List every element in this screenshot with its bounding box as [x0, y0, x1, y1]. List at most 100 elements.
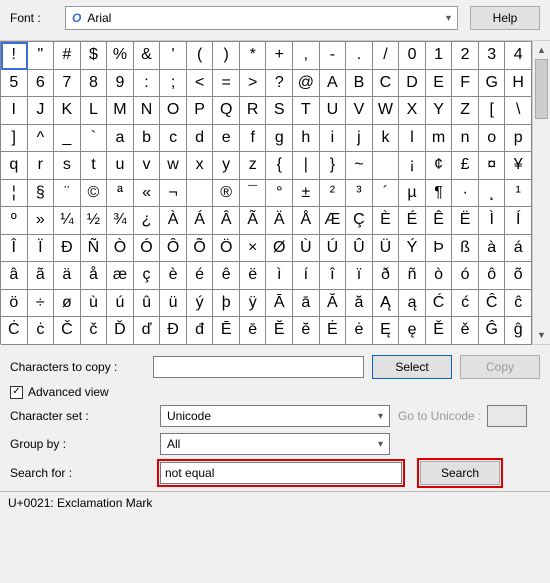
char-cell[interactable]: þ — [213, 290, 240, 318]
select-button[interactable]: Select — [372, 355, 452, 379]
char-cell[interactable]: l — [399, 125, 426, 153]
char-cell[interactable]: Ð — [54, 235, 81, 263]
char-cell[interactable]: Ë — [452, 207, 479, 235]
char-cell[interactable]: ç — [134, 262, 161, 290]
char-cell[interactable]: [ — [479, 97, 506, 125]
scroll-up-icon[interactable]: ▲ — [533, 41, 550, 59]
char-cell[interactable]: ¿ — [134, 207, 161, 235]
char-cell[interactable]: 2 — [452, 42, 479, 70]
char-cell[interactable]: Á — [187, 207, 214, 235]
char-cell[interactable]: ñ — [399, 262, 426, 290]
char-cell[interactable]: Ú — [320, 235, 347, 263]
char-cell[interactable]: 5 — [1, 70, 28, 98]
char-cell[interactable]: Ă — [320, 290, 347, 318]
char-cell[interactable]: È — [373, 207, 400, 235]
char-cell[interactable]: q — [1, 152, 28, 180]
char-cell[interactable]: : — [134, 70, 161, 98]
char-cell[interactable]: " — [28, 42, 55, 70]
char-cell[interactable]: ē — [240, 317, 267, 345]
char-cell[interactable]: h — [293, 125, 320, 153]
char-cell[interactable]: $ — [81, 42, 108, 70]
char-cell[interactable]: ď — [134, 317, 161, 345]
char-cell[interactable]: º — [1, 207, 28, 235]
char-cell[interactable]: Ą — [373, 290, 400, 318]
char-cell[interactable]: © — [81, 180, 108, 208]
char-cell[interactable]: ^ — [28, 125, 55, 153]
char-cell[interactable]: # — [54, 42, 81, 70]
char-cell[interactable]: ¡ — [399, 152, 426, 180]
char-cell[interactable]: Ý — [399, 235, 426, 263]
char-cell[interactable]: 3 — [479, 42, 506, 70]
char-cell[interactable]: E — [426, 70, 453, 98]
char-cell[interactable]: > — [240, 70, 267, 98]
char-cell[interactable]: ¨ — [54, 180, 81, 208]
char-cell[interactable]: z — [240, 152, 267, 180]
char-cell[interactable]: g — [266, 125, 293, 153]
char-cell[interactable]: č — [81, 317, 108, 345]
char-cell[interactable]: ¢ — [426, 152, 453, 180]
char-cell[interactable]: đ — [187, 317, 214, 345]
char-cell[interactable]: ê — [213, 262, 240, 290]
char-cell[interactable]: Ĉ — [479, 290, 506, 318]
char-cell[interactable]: A — [320, 70, 347, 98]
char-cell[interactable]: d — [187, 125, 214, 153]
char-cell[interactable]: N — [134, 97, 161, 125]
char-cell[interactable]: J — [28, 97, 55, 125]
char-cell[interactable]: ! — [1, 42, 28, 70]
char-cell[interactable]: ¸ — [479, 180, 506, 208]
char-cell[interactable]: Ã — [240, 207, 267, 235]
groupby-select[interactable]: All ▾ — [160, 433, 390, 455]
char-cell[interactable]: Ø — [266, 235, 293, 263]
char-cell[interactable]: Ü — [373, 235, 400, 263]
char-cell[interactable]: P — [187, 97, 214, 125]
char-cell[interactable]: Ė — [320, 317, 347, 345]
char-cell[interactable]: H — [505, 70, 532, 98]
char-cell[interactable]: ' — [160, 42, 187, 70]
char-cell[interactable]: Í — [505, 207, 532, 235]
char-cell[interactable]: Ä — [266, 207, 293, 235]
char-cell[interactable]: æ — [107, 262, 134, 290]
char-cell[interactable]: f — [240, 125, 267, 153]
char-cell[interactable]: ć — [452, 290, 479, 318]
charset-select[interactable]: Unicode ▾ — [160, 405, 390, 427]
char-cell[interactable]: 9 — [107, 70, 134, 98]
advanced-view-checkbox[interactable]: ✓ — [10, 386, 23, 399]
char-cell[interactable]: 4 — [505, 42, 532, 70]
char-cell[interactable]: 8 — [81, 70, 108, 98]
char-cell[interactable]: é — [187, 262, 214, 290]
char-cell[interactable]: M — [107, 97, 134, 125]
char-cell[interactable]: Ā — [266, 290, 293, 318]
char-cell[interactable]: 7 — [54, 70, 81, 98]
char-cell[interactable]: å — [81, 262, 108, 290]
char-cell[interactable]: § — [28, 180, 55, 208]
char-cell[interactable]: K — [54, 97, 81, 125]
char-cell[interactable]: ¥ — [505, 152, 532, 180]
char-cell[interactable]: 6 — [28, 70, 55, 98]
char-cell[interactable]: I — [1, 97, 28, 125]
char-cell[interactable]: Õ — [187, 235, 214, 263]
char-cell[interactable]: ¯ — [240, 180, 267, 208]
search-button[interactable]: Search — [420, 461, 500, 485]
char-cell[interactable]: Z — [452, 97, 479, 125]
char-cell[interactable]: v — [134, 152, 161, 180]
char-cell[interactable]: õ — [505, 262, 532, 290]
char-cell[interactable]: Ò — [107, 235, 134, 263]
char-cell[interactable]: & — [134, 42, 161, 70]
char-cell[interactable]: ę — [399, 317, 426, 345]
char-cell[interactable]: Ó — [134, 235, 161, 263]
char-cell[interactable]: u — [107, 152, 134, 180]
char-cell[interactable]: Q — [213, 97, 240, 125]
char-cell[interactable]: m — [426, 125, 453, 153]
char-cell[interactable]: ] — [1, 125, 28, 153]
char-cell[interactable]: Đ — [160, 317, 187, 345]
char-cell[interactable]: ã — [28, 262, 55, 290]
char-cell[interactable]: Ô — [160, 235, 187, 263]
char-cell[interactable]: _ — [54, 125, 81, 153]
char-cell[interactable]: ą — [399, 290, 426, 318]
char-cell[interactable]: ĉ — [505, 290, 532, 318]
char-cell[interactable]: ¦ — [1, 180, 28, 208]
char-cell[interactable]: ä — [54, 262, 81, 290]
char-cell[interactable]: ­ — [187, 180, 214, 208]
char-cell[interactable]: R — [240, 97, 267, 125]
char-cell[interactable]: ĝ — [505, 317, 532, 345]
